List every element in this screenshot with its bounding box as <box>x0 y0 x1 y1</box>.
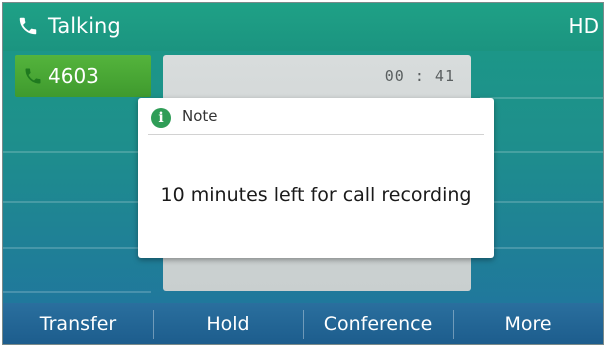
line-divider <box>3 201 151 203</box>
dialog-divider <box>148 134 484 135</box>
line-divider <box>3 151 151 153</box>
dialog-title: Note <box>182 107 218 125</box>
call-timer: 00 : 41 <box>384 67 455 85</box>
softkey-bar: Transfer Hold Conference More <box>3 303 603 344</box>
conference-button[interactable]: Conference <box>303 303 453 344</box>
line-divider <box>480 247 603 249</box>
more-button[interactable]: More <box>453 303 603 344</box>
line-divider <box>3 291 151 293</box>
phone-handset-icon <box>19 17 37 35</box>
note-dialog[interactable]: i Note 10 minutes left for call recordin… <box>138 98 494 258</box>
hd-indicator: HD <box>568 14 599 38</box>
call-status-title: Talking <box>48 14 121 38</box>
right-key-column <box>480 55 603 291</box>
hold-button[interactable]: Hold <box>153 303 303 344</box>
line-divider <box>480 151 603 153</box>
line-divider <box>480 97 603 99</box>
line-divider <box>3 247 151 249</box>
phone-handset-icon <box>25 68 41 84</box>
phone-screen: Talking HD 4603 00 : 41 i Note 10 minute… <box>2 2 604 345</box>
line-key-label: 4603 <box>48 64 99 88</box>
dialog-message: 10 minutes left for call recording <box>160 184 472 206</box>
transfer-button[interactable]: Transfer <box>3 303 153 344</box>
line-key-4603[interactable]: 4603 <box>15 55 151 97</box>
line-divider <box>480 201 603 203</box>
status-bar: Talking HD <box>3 3 603 51</box>
info-icon: i <box>151 108 171 128</box>
